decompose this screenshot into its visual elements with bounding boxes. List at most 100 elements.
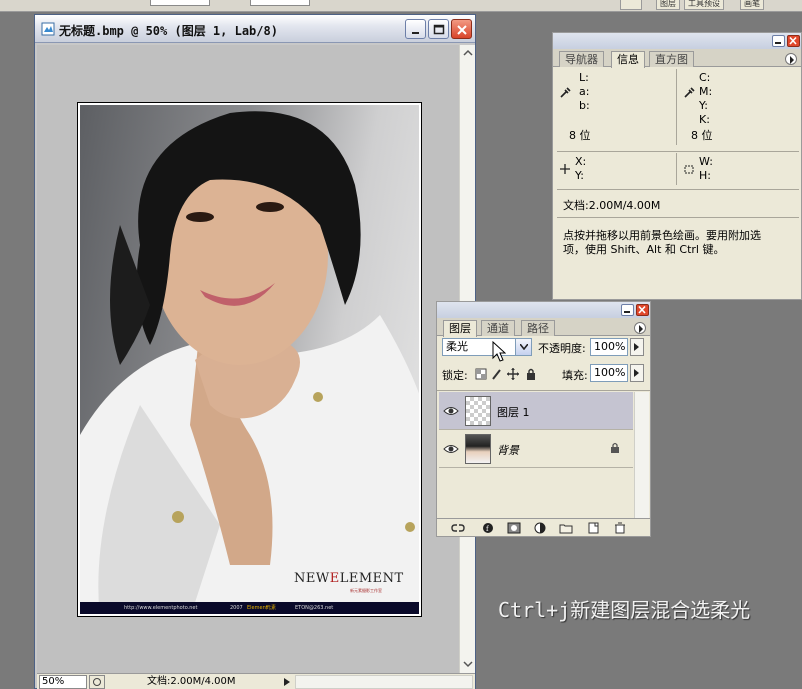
info-x-label: X: [575, 155, 587, 168]
palette-well-tab[interactable] [620, 0, 642, 10]
close-icon [638, 305, 646, 314]
opacity-input[interactable]: 100% [590, 338, 628, 356]
fill-input[interactable]: 100% [590, 364, 628, 382]
info-l-label: L: [579, 71, 589, 84]
info-panel-title-bar[interactable] [553, 33, 801, 49]
info-y-coord-label: Y: [575, 169, 584, 182]
info-m-label: M: [699, 85, 713, 98]
document-title-bar[interactable]: 无标题.bmp @ 50% (图层 1, Lab/8) [35, 15, 475, 43]
brand-subtitle: 新元素摄影工作室 [350, 588, 382, 593]
divider [557, 151, 799, 152]
options-bar: 图层 工具预设 画笔 [0, 0, 802, 12]
tab-layers[interactable]: 图层 [443, 320, 477, 337]
navigator-icon [93, 678, 101, 686]
photo-email: ETON@263.net [295, 605, 334, 611]
blend-mode-select[interactable]: 柔光 [442, 338, 532, 356]
layer-row-layer1[interactable]: 图层 1 [439, 392, 633, 430]
link-layers-icon[interactable] [451, 522, 465, 534]
document-size-readout: 文档:2.00M/4.00M [147, 676, 236, 687]
eyedropper-icon[interactable] [559, 87, 571, 99]
layers-panel-menu-button[interactable] [634, 322, 646, 334]
tab-histogram[interactable]: 直方图 [649, 51, 694, 67]
options-field[interactable] [150, 0, 210, 6]
info-a-label: a: [579, 85, 590, 98]
info-panel-tabs: 导航器 信息 直方图 [553, 49, 801, 68]
close-icon [457, 25, 467, 35]
info-minimize-button[interactable] [772, 35, 785, 47]
horizontal-scrollbar[interactable] [295, 675, 473, 689]
zoom-field[interactable]: 50% [39, 675, 87, 689]
minimize-button[interactable] [405, 19, 426, 39]
document-status-bar: 50% 文档:2.00M/4.00M [37, 673, 475, 689]
document-window: 无标题.bmp @ 50% (图层 1, Lab/8) NEWELEMENT 新… [34, 14, 476, 689]
panel-menu-icon [790, 56, 794, 64]
opacity-slider-button[interactable] [630, 338, 644, 356]
divider [676, 153, 677, 185]
new-layer-icon[interactable] [587, 522, 601, 534]
tab-navigator[interactable]: 导航器 [559, 51, 604, 67]
tab-channels[interactable]: 通道 [481, 320, 515, 336]
tab-paths[interactable]: 路径 [521, 320, 555, 336]
info-document-size: 文档:2.00M/4.00M [563, 199, 661, 212]
arrow-right-icon [634, 343, 639, 351]
palette-well-tab-layers[interactable]: 图层 [656, 0, 680, 10]
info-panel-menu-button[interactable] [785, 53, 797, 65]
mouse-cursor-icon [492, 341, 506, 362]
close-icon [789, 36, 797, 45]
photo-element-label: Element [247, 605, 268, 611]
chevron-down-icon [520, 344, 528, 350]
layer-row-background[interactable]: 背景 [439, 430, 633, 468]
info-c-label: C: [699, 71, 711, 84]
canvas-area[interactable]: NEWELEMENT 新元素摄影工作室 http://www.elementph… [37, 45, 459, 673]
info-k-label: K: [699, 113, 710, 126]
adjustment-layer-icon[interactable] [533, 522, 547, 534]
eyedropper-icon[interactable] [683, 87, 695, 99]
close-button[interactable] [451, 19, 472, 39]
palette-well-tab-tool-presets[interactable]: 工具预设 [684, 0, 724, 10]
layers-panel-title-bar[interactable] [437, 302, 650, 318]
layer-mask-icon[interactable] [507, 522, 521, 534]
brand-logo: NEWELEMENT [294, 571, 404, 586]
lock-icon [611, 442, 619, 453]
visibility-eye-icon[interactable] [443, 404, 459, 418]
lock-brush-icon[interactable] [491, 368, 503, 380]
portrait-photo[interactable]: NEWELEMENT 新元素摄影工作室 http://www.elementph… [77, 102, 422, 617]
options-field[interactable] [250, 0, 310, 6]
maximize-icon [433, 24, 445, 35]
minimize-icon [412, 32, 419, 34]
layers-panel: 图层 通道 路径 柔光 不透明度: 100% 锁定: 填充: 100% 图层 1… [436, 301, 651, 537]
tab-info[interactable]: 信息 [611, 51, 645, 68]
scroll-down-icon[interactable] [463, 659, 473, 669]
photo-url: http://www.elementphoto.net [124, 605, 198, 611]
fill-slider-button[interactable] [630, 364, 644, 382]
arrow-right-icon [634, 369, 639, 377]
divider [676, 69, 677, 145]
visibility-eye-icon[interactable] [443, 442, 459, 456]
status-arrow-icon[interactable] [281, 675, 293, 689]
layers-toolbar: f [437, 518, 650, 536]
tutorial-caption: Ctrl+j新建图层混合选柔光 [498, 598, 751, 622]
new-group-icon[interactable] [559, 522, 573, 534]
info-tool-hint-line2: 项，使用 Shift、Alt 和 Ctrl 键。 [563, 243, 725, 256]
info-b-label: b: [579, 99, 590, 112]
layers-close-button[interactable] [636, 304, 649, 316]
minimize-icon [775, 42, 781, 44]
layers-scrollbar[interactable] [634, 392, 649, 518]
trash-icon[interactable] [613, 522, 627, 534]
lock-all-icon[interactable] [525, 368, 537, 380]
info-bit-depth-right: 8 位 [691, 129, 713, 142]
scroll-up-icon[interactable] [463, 48, 473, 58]
layers-minimize-button[interactable] [621, 304, 634, 316]
info-w-label: W: [699, 155, 713, 168]
palette-well-tab-brushes[interactable]: 画笔 [740, 0, 764, 10]
status-menu-button[interactable] [89, 675, 105, 689]
layers-panel-tabs: 图层 通道 路径 [437, 318, 650, 337]
info-close-button[interactable] [787, 35, 800, 47]
selection-size-icon [684, 165, 694, 174]
lock-move-icon[interactable] [507, 368, 519, 380]
lock-transparency-icon[interactable] [475, 368, 487, 380]
opacity-label: 不透明度: [538, 342, 586, 355]
blend-mode-dropdown-button[interactable] [515, 339, 531, 355]
maximize-button[interactable] [428, 19, 449, 39]
layer-style-icon[interactable]: f [481, 522, 495, 534]
